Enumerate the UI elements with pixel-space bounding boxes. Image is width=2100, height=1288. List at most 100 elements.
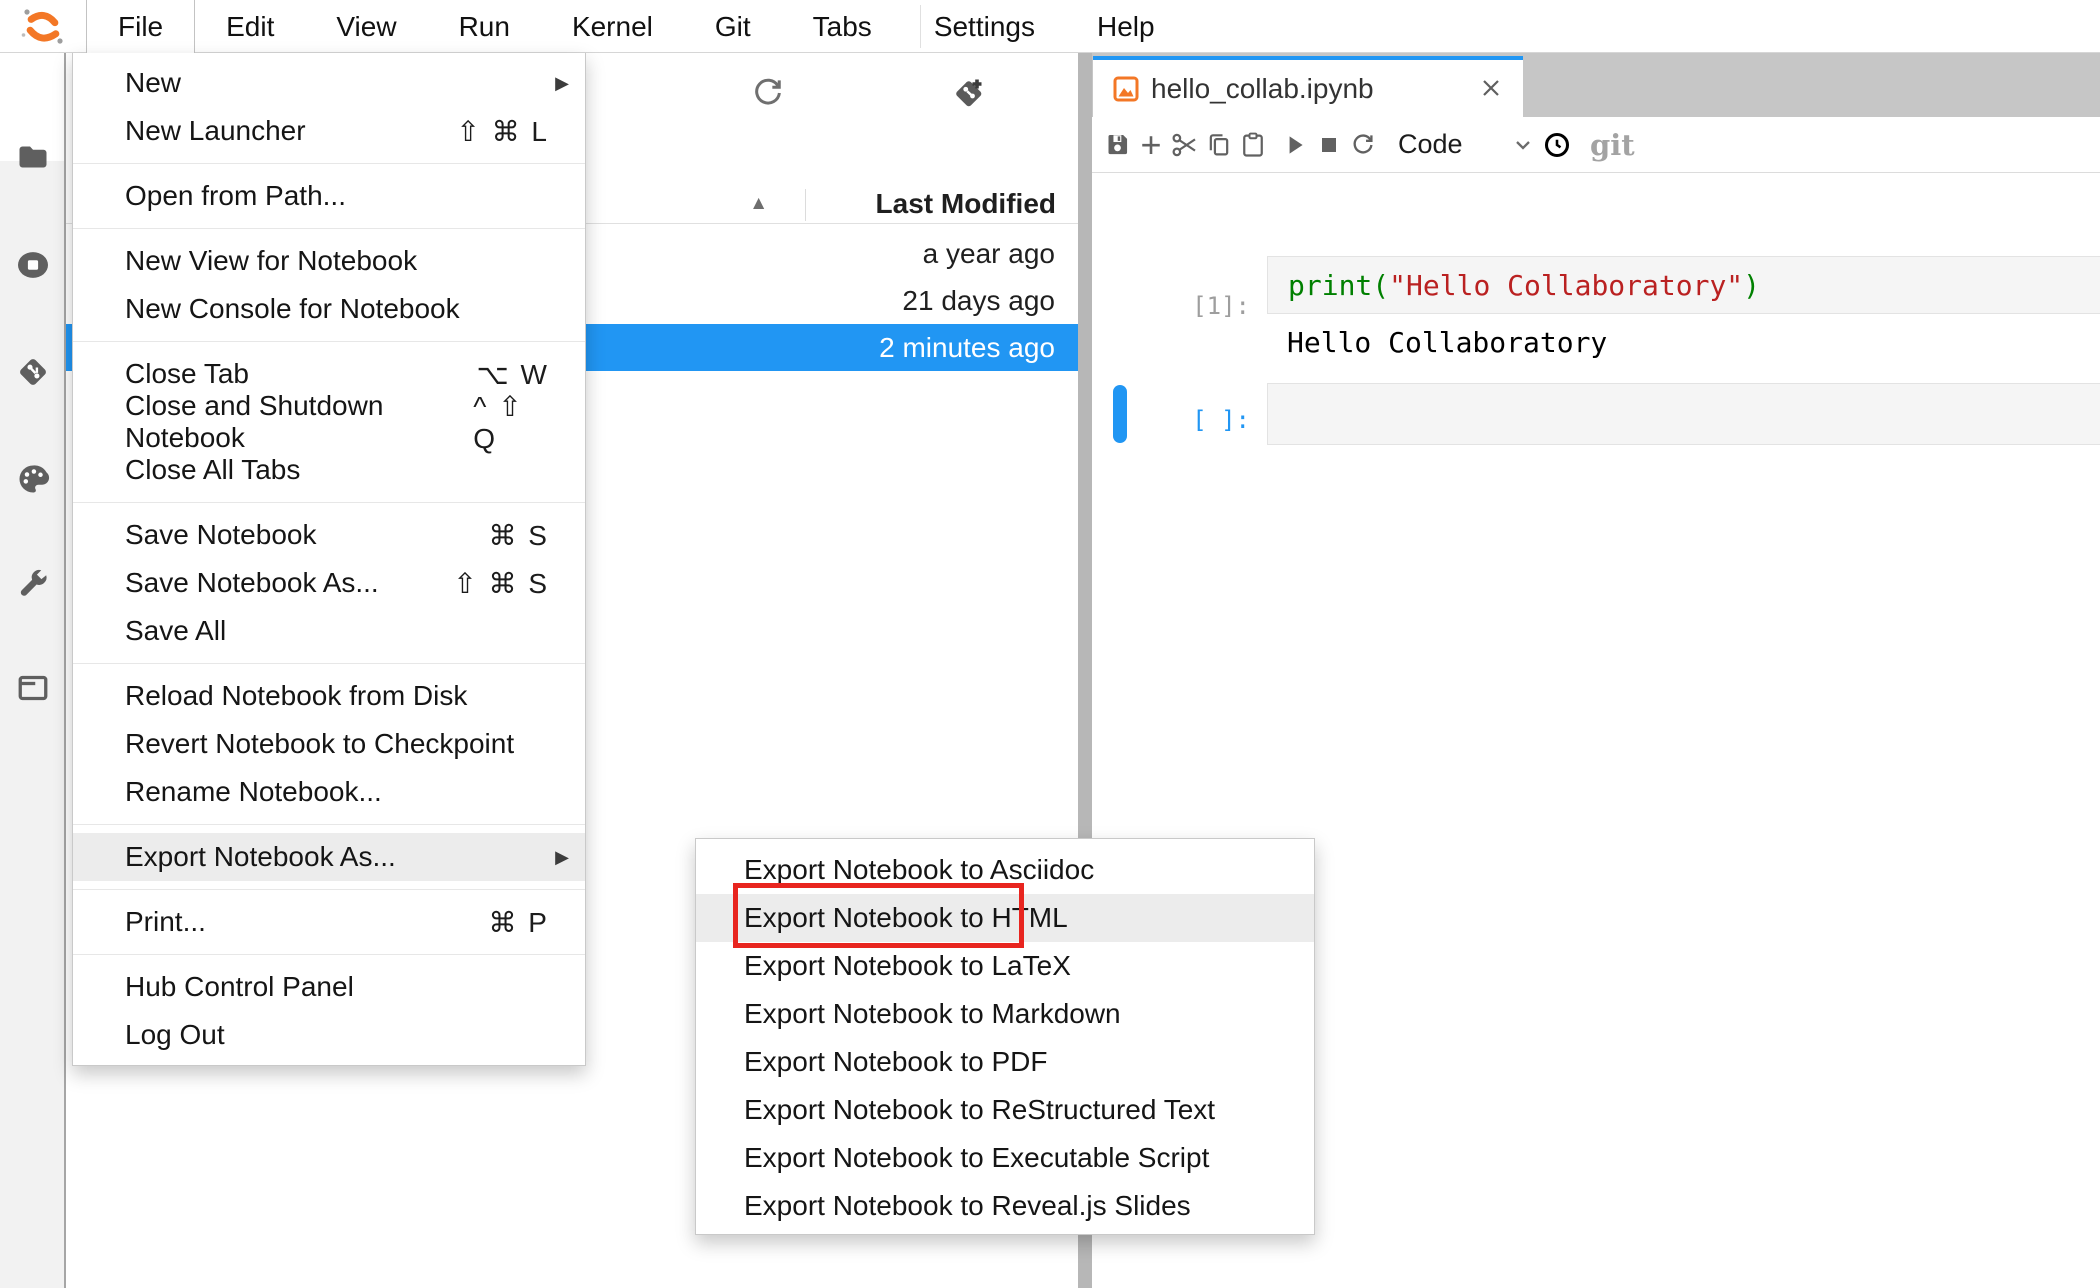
menu-item-save-all[interactable]: Save All [73,607,585,655]
menu-separator [73,824,585,825]
running-kernels-tab-icon[interactable] [15,247,51,283]
cell-input-prompt-empty: [ ]: [1100,406,1250,434]
menu-separator [73,341,585,342]
menu-item-label: Export Notebook to Executable Script [744,1142,1209,1174]
menu-item-label: New Launcher [125,115,306,147]
menu-item-label: New View for Notebook [125,245,417,277]
notebook-toolbar: + Code [1092,117,2100,173]
menu-separator [73,889,585,890]
menu-view[interactable]: View [305,0,427,53]
menu-item-label: Reload Notebook from Disk [125,680,467,712]
paste-cells-icon[interactable] [1238,130,1268,160]
open-tabs-tab-icon[interactable] [15,670,51,706]
menu-help[interactable]: Help [1066,0,1186,53]
menu-item-label: Close Tab [125,358,249,390]
menu-item-label: Save Notebook As... [125,567,379,599]
shortcut-label: ^ ⇧ Q [473,390,549,455]
file-last-modified: a year ago [923,238,1055,269]
menu-item-label: Save Notebook [125,519,316,551]
tab-hello-collab[interactable]: hello_collab.ipynb [1093,56,1523,117]
menu-item-export-revealjs-slides[interactable]: Export Notebook to Reveal.js Slides [696,1182,1314,1230]
file-browser-tab-icon[interactable] [15,139,51,175]
menu-item-export-latex[interactable]: Export Notebook to LaTeX [696,942,1314,990]
menu-item-close-shutdown[interactable]: Close and Shutdown Notebook ^ ⇧ Q [73,398,585,446]
menu-item-log-out[interactable]: Log Out [73,1011,585,1059]
menu-item-label: Hub Control Panel [125,971,354,1003]
refresh-file-list-icon[interactable] [750,75,786,111]
file-dropdown-menu: New ▶ New Launcher ⇧ ⌘ L Open from Path.… [72,53,586,1066]
menu-item-label: Export Notebook As... [125,841,396,873]
menu-item-label: Export Notebook to PDF [744,1046,1047,1078]
git-toolbar-label[interactable]: git [1590,128,1635,162]
menu-item-label: New [125,67,181,99]
menu-item-open-from-path[interactable]: Open from Path... [73,172,585,220]
menu-item-new[interactable]: New ▶ [73,59,585,107]
tab-close-icon[interactable] [1479,76,1503,100]
stop-kernel-icon[interactable] [1314,130,1344,160]
menu-file[interactable]: File [86,0,195,53]
menu-git[interactable]: Git [684,0,782,53]
cell-input-prompt: [1]: [1100,292,1250,320]
menu-separator [73,163,585,164]
sort-ascending-icon: ▲ [749,193,768,214]
shortcut-label: ⌥ W [477,358,549,391]
restart-kernel-icon[interactable] [1348,130,1378,160]
menu-item-label: Close and Shutdown Notebook [125,390,473,454]
menu-edit[interactable]: Edit [195,0,305,53]
menu-item-save-notebook-as[interactable]: Save Notebook As... ⇧ ⌘ S [73,559,585,607]
export-submenu: Export Notebook to Asciidoc Export Noteb… [695,838,1315,1235]
jupyterlab-window: ▲ Last Modified a year ago 21 days ago 2… [0,0,2100,1288]
menu-item-new-console[interactable]: New Console for Notebook [73,285,585,333]
history-clock-icon[interactable] [1542,130,1572,160]
menu-item-label: Export Notebook to Markdown [744,998,1121,1030]
menu-item-new-view[interactable]: New View for Notebook [73,237,585,285]
last-modified-column-header[interactable]: Last Modified [806,185,1078,223]
menu-item-export-executable-script[interactable]: Export Notebook to Executable Script [696,1134,1314,1182]
menu-item-label: Close All Tabs [125,454,300,486]
menu-item-export-pdf[interactable]: Export Notebook to PDF [696,1038,1314,1086]
add-cell-icon[interactable]: + [1136,130,1166,160]
menu-kernel[interactable]: Kernel [541,0,684,53]
menu-item-export-asciidoc[interactable]: Export Notebook to Asciidoc [696,846,1314,894]
file-last-modified: 2 minutes ago [879,332,1055,363]
code-cell-input[interactable]: print("Hello Collaboratory") [1267,256,2100,314]
run-cell-icon[interactable] [1280,130,1310,160]
menu-item-label: Print... [125,906,206,938]
menu-item-export-markdown[interactable]: Export Notebook to Markdown [696,990,1314,1038]
jupyter-logo [0,0,86,53]
menu-item-close-all-tabs[interactable]: Close All Tabs [73,446,585,494]
activity-sidebar [0,53,66,1288]
menu-item-rename-notebook[interactable]: Rename Notebook... [73,768,585,816]
menu-item-new-launcher[interactable]: New Launcher ⇧ ⌘ L [73,107,585,155]
menu-run[interactable]: Run [428,0,541,53]
tab-title: hello_collab.ipynb [1151,73,1374,105]
menu-item-reload-from-disk[interactable]: Reload Notebook from Disk [73,672,585,720]
git-init-icon[interactable] [950,75,986,111]
menu-separator [73,954,585,955]
shortcut-label: ⌘ S [489,519,549,552]
menu-item-label: Export Notebook to ReStructured Text [744,1094,1215,1126]
menu-item-save-notebook[interactable]: Save Notebook ⌘ S [73,511,585,559]
menu-item-print[interactable]: Print... ⌘ P [73,898,585,946]
plus-glyph: + [1140,124,1161,166]
property-inspector-tab-icon[interactable] [15,565,51,601]
menu-separator [73,502,585,503]
git-tab-icon[interactable] [15,354,51,390]
menu-item-export-restructured-text[interactable]: Export Notebook to ReStructured Text [696,1086,1314,1134]
copy-cells-icon[interactable] [1204,130,1234,160]
save-notebook-icon[interactable] [1102,130,1132,160]
menu-item-hub-control-panel[interactable]: Hub Control Panel [73,963,585,1011]
cell-type-value: Code [1398,129,1463,160]
menu-separator [73,228,585,229]
cut-cells-icon[interactable] [1170,130,1200,160]
menu-item-export-html[interactable]: Export Notebook to HTML [696,894,1314,942]
palette-tab-icon[interactable] [15,461,51,497]
menu-settings[interactable]: Settings [903,0,1066,53]
shortcut-label: ⇧ ⌘ S [453,567,549,600]
empty-code-cell-input[interactable] [1267,383,2100,445]
menu-item-revert-to-checkpoint[interactable]: Revert Notebook to Checkpoint [73,720,585,768]
menu-item-export-notebook-as[interactable]: Export Notebook As... ▶ [73,833,585,881]
menu-item-label: Rename Notebook... [125,776,382,808]
menu-tabs[interactable]: Tabs [782,0,903,53]
cell-type-dropdown[interactable]: Code [1398,129,1528,160]
